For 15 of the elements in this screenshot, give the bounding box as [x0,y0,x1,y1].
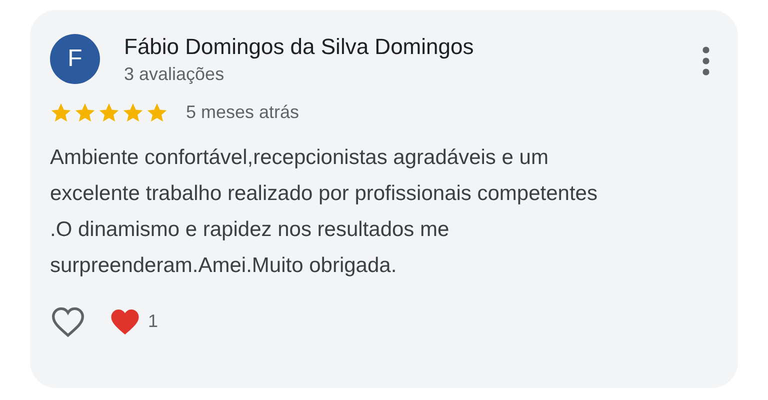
like-button[interactable] [50,306,86,338]
review-time: 5 meses atrás [186,102,300,124]
star-icon [74,102,96,124]
reaction-count: 1 [148,311,158,333]
more-icon [702,46,710,76]
heart-outline-icon [50,306,86,338]
star-icon [98,102,120,124]
avatar[interactable]: F [50,34,100,84]
star-icon [122,102,144,124]
star-icon [50,102,72,124]
star-icon [146,102,168,124]
author-name[interactable]: Fábio Domingos da Silva Domingos [124,34,694,60]
review-text: Ambiente confortável,recepcionistas agradáveis e um excelente trabalho realizado por profissionais competentes .O dinamismo e rapidez nos resultados me surpreenderam.Amei.Muito obrigada. [50,144,598,279]
review-count: 3 avaliações [124,64,226,86]
heart-icon [110,308,140,336]
